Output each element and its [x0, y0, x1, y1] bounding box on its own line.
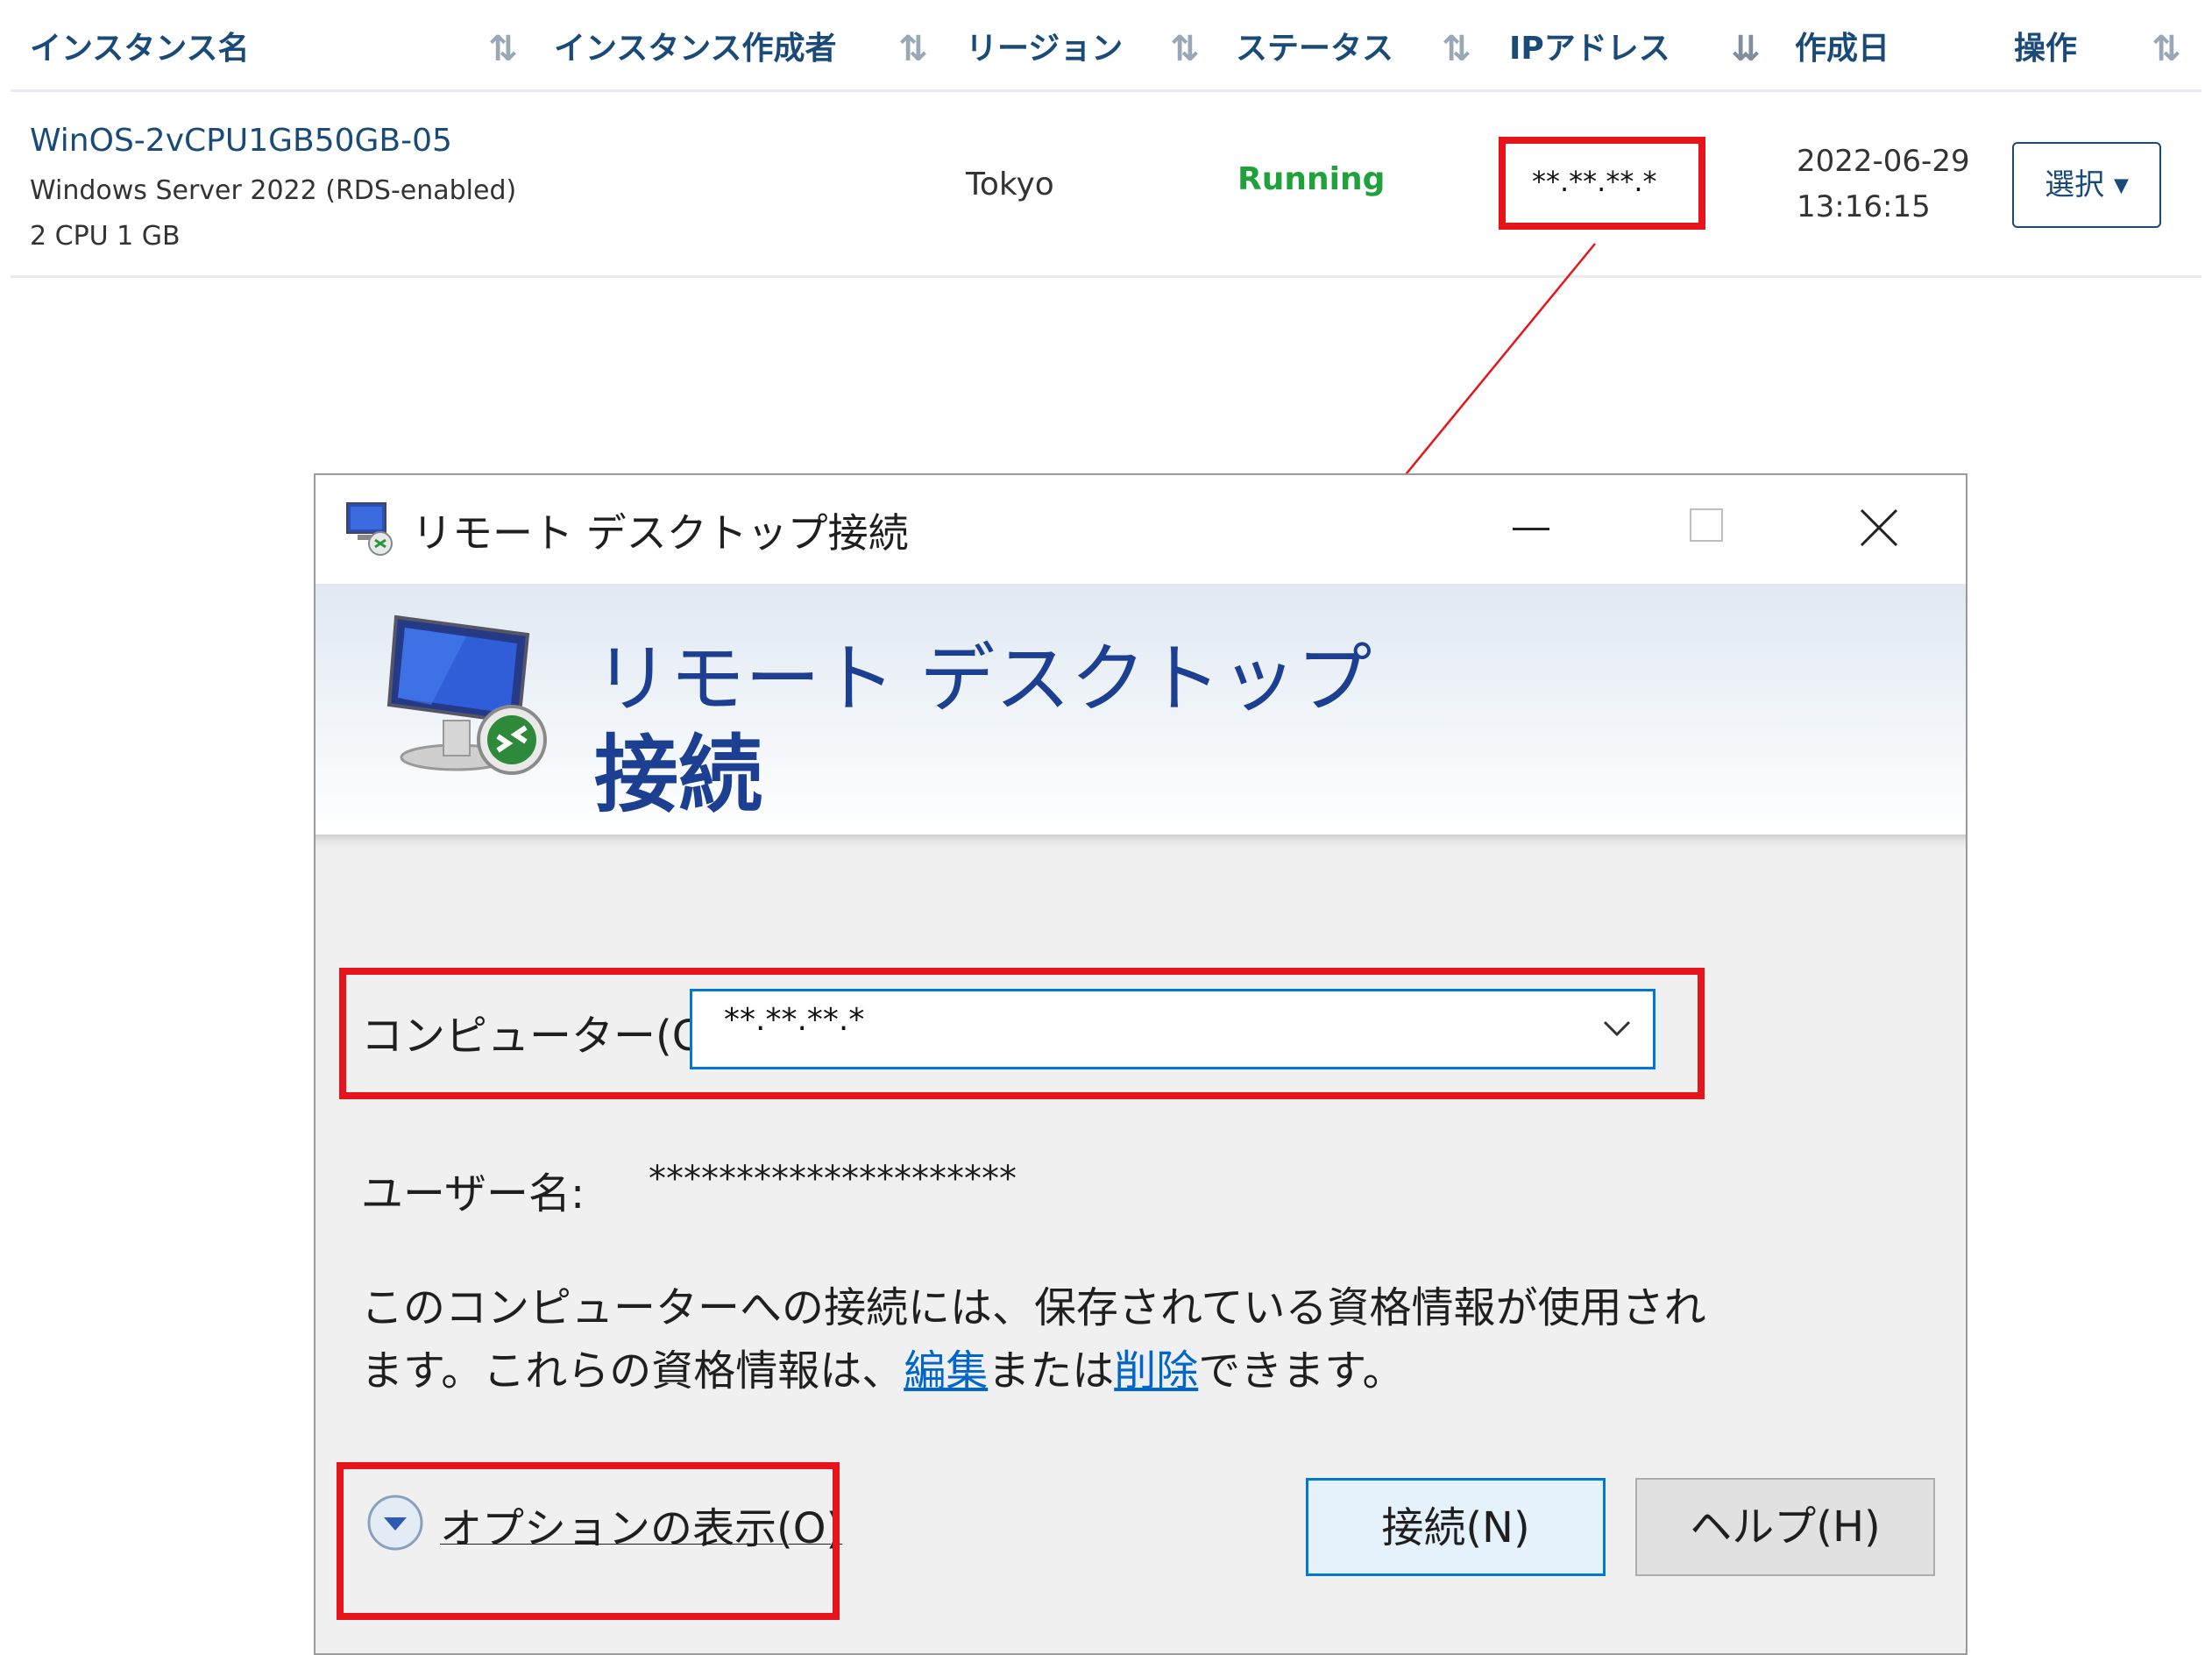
instance-region: Tokyo: [966, 167, 1054, 202]
header-region[interactable]: リージョン: [966, 23, 1123, 75]
header-instance-name[interactable]: インスタンス名: [30, 23, 250, 75]
caret-down-icon: ▼: [2113, 174, 2129, 197]
credential-info-text-a: ます。これらの資格情報は、: [361, 1346, 904, 1396]
header-status[interactable]: ステータス: [1236, 23, 1393, 75]
row-divider: [11, 275, 2201, 278]
select-action-label: 選択: [2045, 167, 2105, 202]
credential-info-text-c: できます。: [1198, 1346, 1405, 1396]
minimize-icon[interactable]: [1509, 505, 1553, 549]
computer-highlight-box: [339, 968, 1705, 1099]
help-button[interactable]: ヘルプ(H): [1635, 1478, 1935, 1576]
maximize-icon[interactable]: [1690, 508, 1723, 542]
sort-icon[interactable]: ⇅: [484, 26, 522, 72]
sort-desc-icon[interactable]: ⇊: [1726, 26, 1765, 72]
delete-credentials-link[interactable]: 削除: [1114, 1346, 1198, 1396]
credential-info-text-b: または: [988, 1346, 1115, 1396]
instance-name[interactable]: WinOS-2vCPU1GB50GB-05: [30, 123, 452, 159]
sort-icon[interactable]: ⇅: [894, 26, 932, 72]
close-icon[interactable]: [1858, 507, 1900, 549]
banner-title-line2: 接続: [594, 726, 762, 824]
credential-info-line1: このコンピューターへの接続には、保存されている資格情報が使用され: [361, 1283, 1706, 1332]
dialog-banner: リモート デスクトップ 接続: [315, 584, 1966, 838]
header-action: 操作: [2014, 31, 2078, 67]
select-action-button[interactable]: 選択 ▼: [2012, 142, 2161, 228]
username-label: ユーザー名:: [361, 1169, 585, 1218]
sort-icon[interactable]: ⇅: [1166, 26, 1204, 72]
options-highlight-box: [337, 1462, 840, 1620]
header-created-date[interactable]: 作成日: [1795, 23, 1889, 75]
banner-divider: [315, 835, 1966, 849]
sort-icon[interactable]: ⇅: [2147, 26, 2186, 72]
monitor-connection-icon: [386, 614, 547, 775]
ip-highlight-box: [1499, 137, 1705, 230]
status-badge: Running: [1237, 161, 1386, 197]
created-time: 13:16:15: [1797, 189, 1931, 224]
window-title: リモート デスクトップ接続: [412, 509, 909, 557]
instance-spec: 2 CPU 1 GB: [30, 221, 181, 252]
header-divider: [11, 89, 2201, 92]
remote-desktop-dialog: リモート デスクトップ接続 リモート デスクトップ 接続 コンピューター(C):…: [314, 473, 1967, 1655]
edit-credentials-link[interactable]: 編集: [904, 1346, 988, 1396]
username-value: *********************: [649, 1159, 1017, 1199]
remote-desktop-icon: [346, 502, 393, 556]
header-ip-address[interactable]: IPアドレス: [1509, 23, 1670, 75]
credential-info-line2: ます。これらの資格情報は、編集または削除できます。: [361, 1336, 1404, 1397]
sort-icon[interactable]: ⇅: [1437, 26, 1476, 72]
title-bar[interactable]: リモート デスクトップ接続: [315, 475, 1966, 584]
instance-table: インスタンス名 ⇅ インスタンス作成者 ⇅ リージョン ⇅ ステータス ⇅ IP…: [0, 0, 2212, 281]
instance-os: Windows Server 2022 (RDS-enabled): [30, 175, 517, 206]
created-date: 2022-06-29: [1797, 144, 1970, 179]
header-instance-creator[interactable]: インスタンス作成者: [554, 23, 837, 75]
connect-button[interactable]: 接続(N): [1306, 1478, 1606, 1576]
